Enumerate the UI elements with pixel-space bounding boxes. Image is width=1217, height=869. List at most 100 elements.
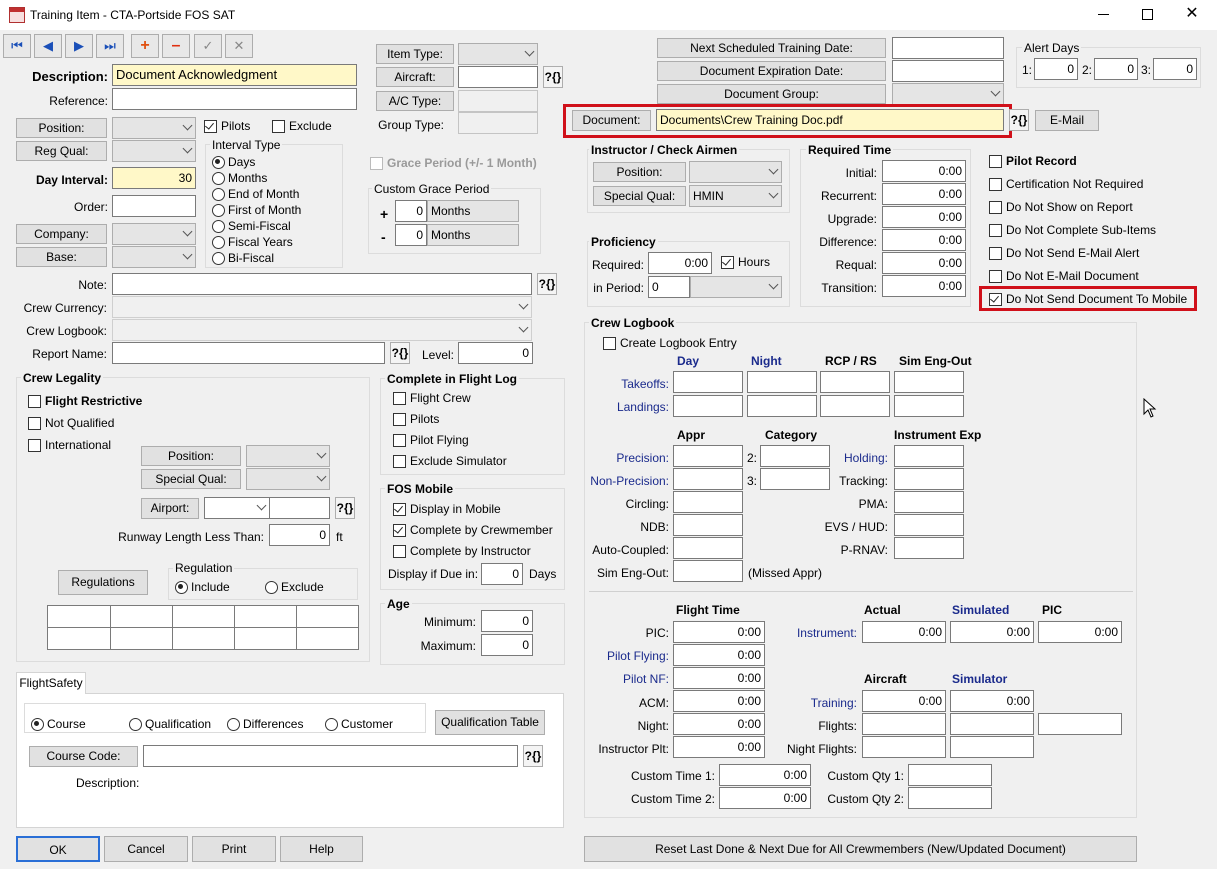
flights-aircraft-input[interactable] [862,713,946,735]
document-button[interactable]: Document: [572,110,651,131]
interval-days-radio[interactable]: Days [212,154,255,170]
tracking-input[interactable] [894,468,964,490]
grace-plus-input[interactable]: 0 [395,200,427,222]
display-mobile-checkbox[interactable]: Display in Mobile [393,501,501,517]
crew-currency-select[interactable] [112,296,532,318]
description-input[interactable]: Document Acknowledgment [112,64,357,86]
regulation-cell[interactable] [234,627,297,650]
pilots-checkbox[interactable]: Pilots [204,118,250,134]
legality-position-button[interactable]: Position: [141,446,241,466]
position-button[interactable]: Position: [16,118,107,138]
email-button[interactable]: E-Mail [1035,110,1099,131]
not-send-mobile-checkbox[interactable]: Do Not Send Document To Mobile [989,291,1187,307]
landings-night-input[interactable] [747,395,817,417]
req-upgrade-input[interactable]: 0:00 [882,206,966,228]
minimize-icon[interactable] [1098,14,1109,15]
course-code-input[interactable] [143,745,518,767]
not-send-email-checkbox[interactable]: Do Not Send E-Mail Alert [989,245,1139,261]
crew-logbook-select[interactable] [112,319,532,341]
age-max-input[interactable]: 0 [481,634,533,656]
complete-crewmember-checkbox[interactable]: Complete by Crewmember [393,522,553,538]
day-interval-input[interactable]: 30 [112,167,196,189]
custom-time1-input[interactable]: 0:00 [719,764,811,786]
regulation-cell[interactable] [234,605,297,628]
cancel-record-button[interactable]: ✕ [225,34,253,58]
next-scheduled-date-input[interactable] [892,37,1004,59]
maximize-icon[interactable] [1142,9,1153,20]
base-select[interactable] [112,246,196,268]
course-code-button[interactable]: Course Code: [29,746,138,767]
grace-minus-unit-select[interactable]: Months [427,224,519,246]
flight-restrictive-checkbox[interactable]: Flight Restrictive [28,393,142,409]
regulation-cell[interactable] [47,627,111,650]
sim-eng-out-appr-input[interactable] [673,560,743,582]
takeoffs-rcp-input[interactable] [820,371,890,393]
interval-semi-fiscal-radio[interactable]: Semi-Fiscal [212,218,291,234]
legality-special-qual-select[interactable] [246,468,330,490]
reg-qual-select[interactable] [112,140,196,162]
custom-time2-input[interactable]: 0:00 [719,787,811,809]
night-flights-aircraft-input[interactable] [862,736,946,758]
prev-record-button[interactable]: ◀ [34,34,62,58]
p-rnav-input[interactable] [894,537,964,559]
landings-rcp-input[interactable] [820,395,890,417]
aircraft-button[interactable]: Aircraft: [376,67,454,87]
item-type-button[interactable]: Item Type: [376,44,454,64]
legality-special-qual-button[interactable]: Special Qual: [141,469,241,489]
non-precision-input[interactable] [673,468,743,490]
differences-radio[interactable]: Differences [227,716,304,732]
document-group-select[interactable] [892,83,1004,105]
age-min-input[interactable]: 0 [481,610,533,632]
company-button[interactable]: Company: [16,224,107,244]
flights-extra-input[interactable] [1038,713,1122,735]
regulation-cell[interactable] [172,627,235,650]
company-select[interactable] [112,223,196,245]
aircraft-input[interactable] [458,66,538,88]
reset-last-done-button[interactable]: Reset Last Done & Next Due for All Crewm… [584,836,1137,862]
precision-input[interactable] [673,445,743,467]
alert3-input[interactable]: 0 [1153,58,1197,80]
interval-first-of-month-radio[interactable]: First of Month [212,202,301,218]
alert2-input[interactable]: 0 [1094,58,1138,80]
ndb-input[interactable] [673,514,743,536]
complete-instructor-checkbox[interactable]: Complete by Instructor [393,543,531,559]
reg-qual-button[interactable]: Reg Qual: [16,141,107,161]
instructor-special-qual-select[interactable]: HMIN [689,185,782,207]
airport-input[interactable] [269,497,330,519]
report-name-input[interactable] [112,342,385,364]
course-code-lookup-button[interactable]: ?{} [523,745,543,767]
document-lookup-button[interactable]: ?{} [1009,109,1029,131]
regulation-cell[interactable] [296,627,359,650]
regulation-cell[interactable] [110,605,173,628]
first-record-button[interactable]: ⏮ [3,34,31,58]
takeoffs-day-input[interactable] [673,371,743,393]
tab-flightsafety[interactable]: FlightSafety [16,672,86,694]
order-input[interactable] [112,195,196,217]
flight-crew-checkbox[interactable]: Flight Crew [393,390,471,406]
prof-period-unit-select[interactable] [690,276,782,298]
instrument-actual-input[interactable]: 0:00 [862,621,946,643]
level-input[interactable]: 0 [458,342,533,364]
req-transition-input[interactable]: 0:00 [882,275,966,297]
regulation-cell[interactable] [172,605,235,628]
next-scheduled-date-button[interactable]: Next Scheduled Training Date: [657,38,886,58]
night-flights-simulator-input[interactable] [950,736,1034,758]
holding-input[interactable] [894,445,964,467]
hours-checkbox[interactable]: Hours [721,254,770,270]
qualification-radio[interactable]: Qualification [129,716,212,732]
help-button[interactable]: Help [280,836,363,862]
doc-expiration-date-input[interactable] [892,60,1004,82]
instrument-pic-input[interactable]: 0:00 [1038,621,1122,643]
doc-expiration-date-button[interactable]: Document Expiration Date: [657,61,886,81]
regulation-exclude-radio[interactable]: Exclude [265,579,324,595]
airport-select[interactable] [204,497,270,519]
alert1-input[interactable]: 0 [1034,58,1078,80]
ac-type-input[interactable] [458,90,538,112]
save-record-button[interactable]: ✓ [194,34,222,58]
course-radio[interactable]: Course [31,716,86,732]
not-show-report-checkbox[interactable]: Do Not Show on Report [989,199,1133,215]
circling-input[interactable] [673,491,743,513]
takeoffs-sim-input[interactable] [894,371,964,393]
runway-input[interactable]: 0 [269,524,330,546]
aircraft-lookup-button[interactable]: ?{} [543,66,563,88]
